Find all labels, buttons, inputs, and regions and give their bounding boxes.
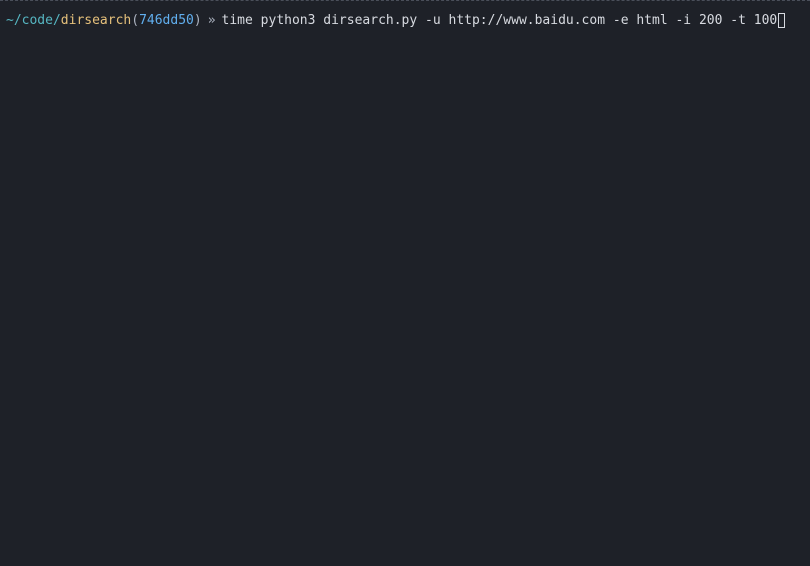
path-tilde: ~ [6,11,14,31]
git-hash: 746dd50 [139,11,194,31]
paren-close: ) [194,11,202,31]
terminal-window[interactable]: ~/code/dirsearch(746dd50) » time python3… [0,0,810,566]
command-input[interactable]: time python3 dirsearch.py -u http://www.… [222,11,778,31]
path-code: code [22,11,53,31]
path-dirsearch: dirsearch [61,11,131,31]
path-sep: / [14,11,22,31]
pane-divider [0,0,810,1]
prompt-line[interactable]: ~/code/dirsearch(746dd50) » time python3… [0,9,810,33]
path-sep2: / [53,11,61,31]
cursor [778,13,785,28]
prompt-arrow-icon: » [208,11,216,31]
paren-open: ( [131,11,139,31]
